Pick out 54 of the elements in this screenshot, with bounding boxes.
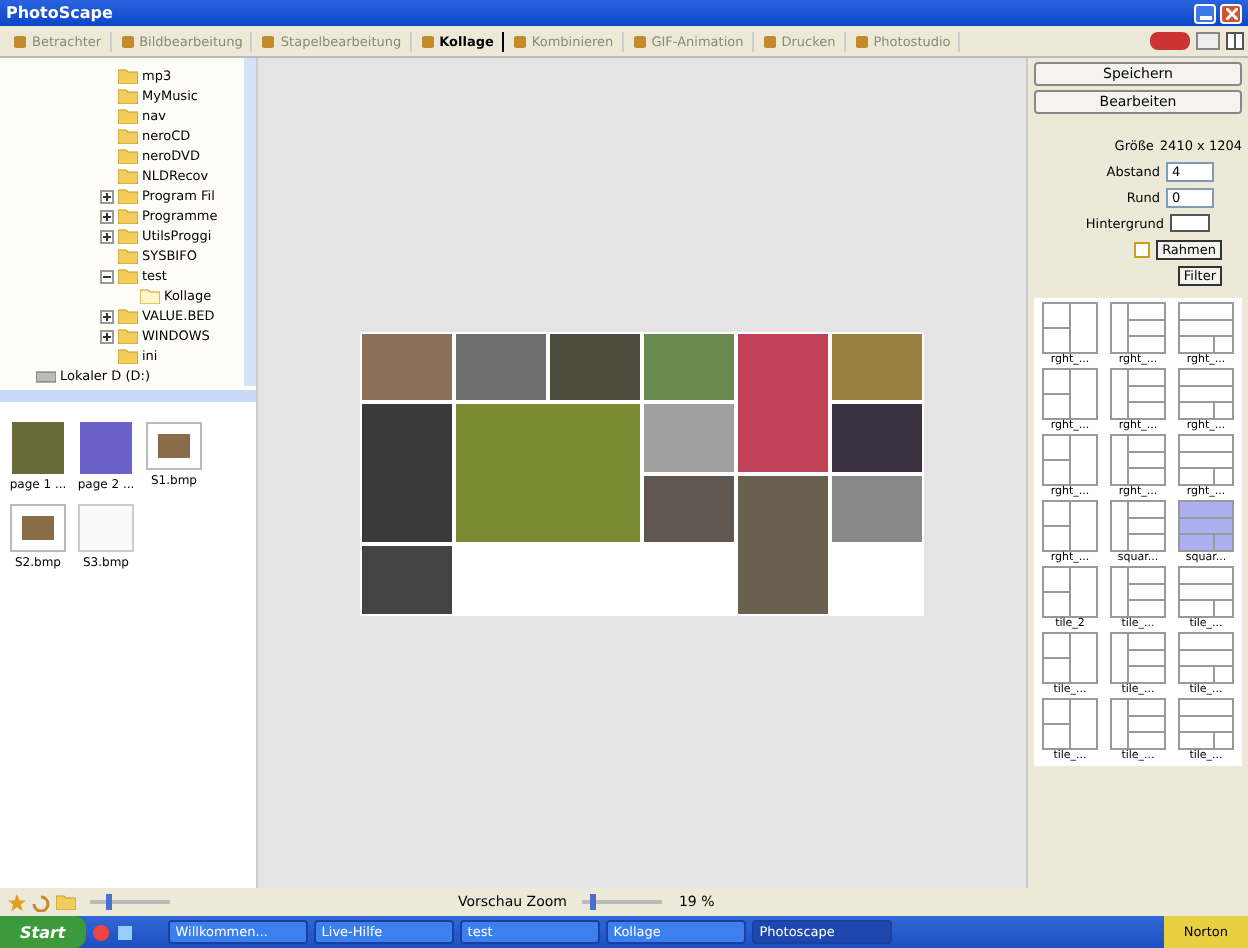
toggle-icon[interactable]: [1150, 32, 1190, 50]
window-title: PhotoScape: [6, 4, 113, 22]
tab-icon: [12, 33, 28, 49]
layout-template-drawing[interactable]: [1042, 368, 1098, 420]
columns-icon[interactable]: [1226, 32, 1244, 50]
window-icon[interactable]: [1196, 32, 1220, 50]
layout-template-drawing[interactable]: [1110, 698, 1166, 750]
frame-checkbox[interactable]: [1134, 241, 1151, 257]
layout-template-drawing[interactable]: [1110, 302, 1166, 354]
expander-icon[interactable]: [100, 309, 114, 323]
expander-icon[interactable]: [100, 209, 114, 223]
layout-template-drawing[interactable]: [1042, 632, 1098, 684]
layout-template-drawing[interactable]: [1178, 566, 1234, 618]
tab-icon: [511, 33, 528, 49]
layout-template-drawing[interactable]: [1110, 368, 1166, 420]
close-button[interactable]: [1220, 3, 1242, 23]
layout-template-drawing[interactable]: [1110, 434, 1166, 486]
layout-template-drawing[interactable]: [1042, 698, 1098, 750]
tab-icon: [761, 33, 778, 49]
minimize-button[interactable]: [1194, 3, 1216, 23]
tab-icon: [853, 33, 870, 49]
expander-icon[interactable]: [100, 229, 114, 243]
horizontal-scrollbar[interactable]: [0, 390, 256, 402]
color-picker[interactable]: [1170, 214, 1210, 232]
layout-template-drawing[interactable]: [1178, 698, 1234, 750]
layout-template-drawing[interactable]: [1110, 632, 1166, 684]
desktop-icon[interactable]: [115, 923, 134, 941]
layout-template-drawing[interactable]: [1178, 434, 1234, 486]
layout-template-drawing[interactable]: [1042, 500, 1098, 552]
expander-icon[interactable]: [100, 329, 114, 343]
expander-icon[interactable]: [100, 269, 114, 283]
folder-icon[interactable]: [56, 894, 76, 910]
rotate-icon[interactable]: [32, 893, 50, 911]
layout-template-drawing[interactable]: [1178, 632, 1234, 684]
layout-template-drawing[interactable]: [1110, 500, 1166, 552]
drive-icon: [36, 368, 56, 384]
star-icon[interactable]: [8, 893, 26, 911]
close-icon: [1225, 7, 1237, 19]
expander-icon[interactable]: [100, 189, 114, 203]
blank-thumbnail[interactable]: [78, 504, 134, 552]
tab-icon: [419, 33, 436, 49]
layout-template-drawing[interactable]: [1110, 566, 1166, 618]
collage-thumbnail[interactable]: [10, 504, 66, 552]
layout-template-drawing[interactable]: [1042, 566, 1098, 618]
tab-icon: [631, 33, 648, 49]
tab-icon: [260, 33, 277, 49]
browser-icon[interactable]: [91, 923, 110, 941]
layout-template-drawing[interactable]: [1178, 368, 1234, 420]
start-button[interactable]: Start: [0, 916, 86, 948]
tab-icon: [119, 33, 136, 49]
layout-template-drawing[interactable]: [1178, 302, 1234, 354]
layout-template-drawing[interactable]: [1042, 302, 1098, 354]
collage-thumbnail[interactable]: [146, 422, 202, 470]
layout-template-drawing[interactable]: [1042, 434, 1098, 486]
